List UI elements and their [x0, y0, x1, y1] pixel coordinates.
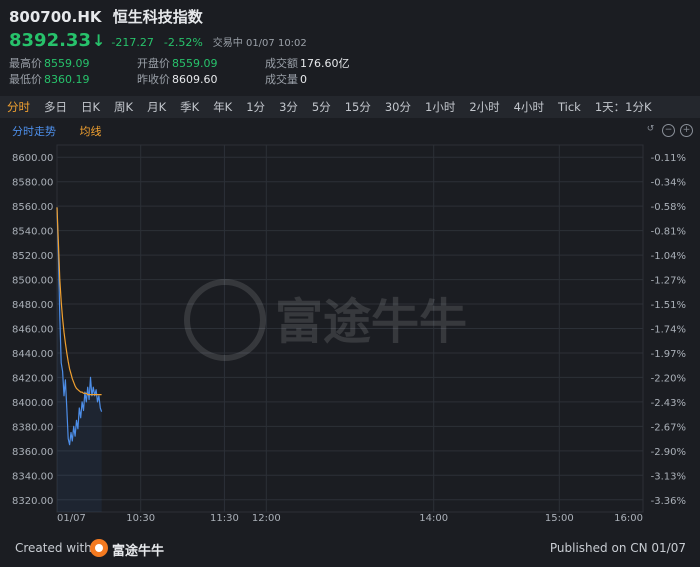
pct-tick-label: -0.11% — [651, 153, 686, 164]
y-tick-label: 8400.00 — [12, 398, 53, 409]
chart-legend: 分时走势 均线 — [12, 123, 102, 139]
tab-9[interactable]: 5分 — [305, 99, 338, 115]
pct-tick-label: -1.04% — [651, 251, 686, 262]
low-value: 8360.19 — [44, 73, 90, 86]
trading-status: 交易中 01/07 10:02 — [212, 38, 307, 49]
last-price: 8392.33 — [9, 30, 91, 51]
price-area — [57, 207, 102, 512]
tab-4[interactable]: 月K — [140, 99, 173, 115]
open-label: 开盘价 — [137, 57, 170, 70]
intraday-chart[interactable]: 8600.00 -0.11% 8580.00 -0.34% 8560.00 -0.58% 8… — [0, 140, 700, 540]
brand-name: 富途牛牛 — [112, 544, 165, 559]
tab-3[interactable]: 周K — [107, 99, 140, 115]
low-label: 最低价 — [9, 73, 42, 86]
y-tick-label: 8360.00 — [12, 447, 53, 458]
footer: Created with 富途牛牛 Published on CN 01/07 — [0, 530, 700, 567]
turnover-value: 176.60亿 — [300, 57, 350, 70]
pct-tick-label: -1.27% — [651, 276, 686, 287]
tab-7[interactable]: 1分 — [239, 99, 272, 115]
high-label: 最高价 — [9, 57, 42, 70]
legend-price-line: 分时走势 — [12, 125, 56, 138]
x-tick-label: 16:00 — [614, 513, 643, 524]
y-tick-label: 8540.00 — [12, 227, 53, 238]
tab-11[interactable]: 30分 — [378, 99, 418, 115]
y-tick-label: 8580.00 — [12, 178, 53, 189]
high-value: 8559.09 — [44, 57, 90, 70]
watermark: 富途牛牛 — [184, 279, 467, 361]
stats-col-3: 成交额 176.60亿 成交量 0 — [265, 56, 350, 88]
tab-15[interactable]: Tick — [551, 100, 588, 114]
tab-5[interactable]: 季K — [173, 99, 206, 115]
y-tick-label: 8600.00 — [12, 153, 53, 164]
pct-tick-label: -1.51% — [651, 300, 686, 311]
x-tick-label: 15:00 — [545, 513, 574, 524]
volume-value: 0 — [300, 73, 307, 86]
tab-0[interactable]: 分时 — [0, 99, 37, 115]
x-tick-label: 14:00 — [419, 513, 448, 524]
pct-tick-label: -3.36% — [651, 496, 686, 507]
period-tabs: 分时 多日 日K 周K 月K 季K 年K 1分 3分 5分 15分 30分 1小时 2小时 4小时 Tick 1… — [0, 96, 700, 118]
pct-tick-label: -2.43% — [651, 398, 686, 409]
pct-tick-label: -1.97% — [651, 349, 686, 360]
pct-tick-label: -2.67% — [651, 422, 686, 433]
quote-header: 800700.HK 恒生科技指数 8392.33 ↓ -217.27 -2.52… — [0, 0, 700, 90]
prev-close-value: 8609.60 — [172, 73, 218, 86]
tab-14[interactable]: 4小时 — [507, 99, 551, 115]
watermark-logo-icon — [184, 279, 266, 361]
volume-label: 成交量 — [265, 73, 298, 86]
zoom-in-icon[interactable]: + — [680, 124, 693, 137]
y-tick-label: 8500.00 — [12, 276, 53, 287]
tab-8[interactable]: 3分 — [272, 99, 305, 115]
prev-close-label: 昨收价 — [137, 73, 170, 86]
pct-tick-label: -0.58% — [651, 202, 686, 213]
x-tick-label: 12:00 — [252, 513, 281, 524]
y-tick-label: 8520.00 — [12, 251, 53, 262]
price-change: -217.27 — [111, 36, 154, 49]
tab-6[interactable]: 年K — [206, 99, 239, 115]
futu-logo-icon — [90, 539, 108, 557]
y-tick-label: 8440.00 — [12, 349, 53, 360]
pct-tick-label: -2.90% — [651, 447, 686, 458]
pct-tick-label: -1.74% — [651, 325, 686, 336]
y-tick-label: 8380.00 — [12, 422, 53, 433]
tab-16[interactable]: 1天：1分K — [588, 99, 659, 115]
x-tick-label: 01/07 — [57, 513, 86, 524]
published-label: Published on CN 01/07 — [549, 541, 686, 555]
reset-icon[interactable]: ↺ — [645, 124, 656, 135]
avg-series-line — [56, 207, 102, 396]
y-tick-label: 8320.00 — [12, 496, 53, 507]
y-tick-label: 8460.00 — [12, 325, 53, 336]
x-tick-label: 11:30 — [210, 513, 239, 524]
tab-2[interactable]: 日K — [74, 99, 107, 115]
index-name: 恒生科技指数 — [112, 8, 203, 26]
created-with-label: Created with — [15, 541, 92, 555]
tab-13[interactable]: 2小时 — [462, 99, 506, 115]
price-row: 8392.33 ↓ -217.27 -2.52% 交易中 01/07 10:02 — [9, 30, 307, 51]
y-tick-label: 8480.00 — [12, 300, 53, 311]
down-arrow-icon: ↓ — [91, 31, 106, 50]
open-value: 8559.09 — [172, 57, 218, 70]
y-tick-label: 8560.00 — [12, 202, 53, 213]
stats-col-1: 最高价 8559.09 最低价 8360.19 — [9, 56, 90, 88]
pct-tick-label: -3.13% — [651, 471, 686, 482]
pct-tick-label: -0.34% — [651, 178, 686, 189]
watermark-text: 富途牛牛 — [275, 294, 467, 350]
stats-col-2: 开盘价 8559.09 昨收价 8609.60 — [137, 56, 218, 88]
zoom-out-icon[interactable]: − — [662, 124, 675, 137]
tab-10[interactable]: 15分 — [338, 99, 378, 115]
title-row: 800700.HK 恒生科技指数 — [9, 6, 203, 27]
turnover-label: 成交额 — [265, 57, 298, 70]
y-tick-label: 8340.00 — [12, 471, 53, 482]
price-change-pct: -2.52% — [163, 36, 203, 49]
legend-avg-line: 均线 — [79, 125, 102, 138]
symbol-code: 800700.HK — [9, 8, 102, 26]
tab-12[interactable]: 1小时 — [418, 99, 462, 115]
pct-tick-label: -0.81% — [651, 227, 686, 238]
y-tick-label: 8420.00 — [12, 373, 53, 384]
x-tick-label: 10:30 — [126, 513, 155, 524]
pct-tick-label: -2.20% — [651, 373, 686, 384]
tab-1[interactable]: 多日 — [37, 99, 74, 115]
